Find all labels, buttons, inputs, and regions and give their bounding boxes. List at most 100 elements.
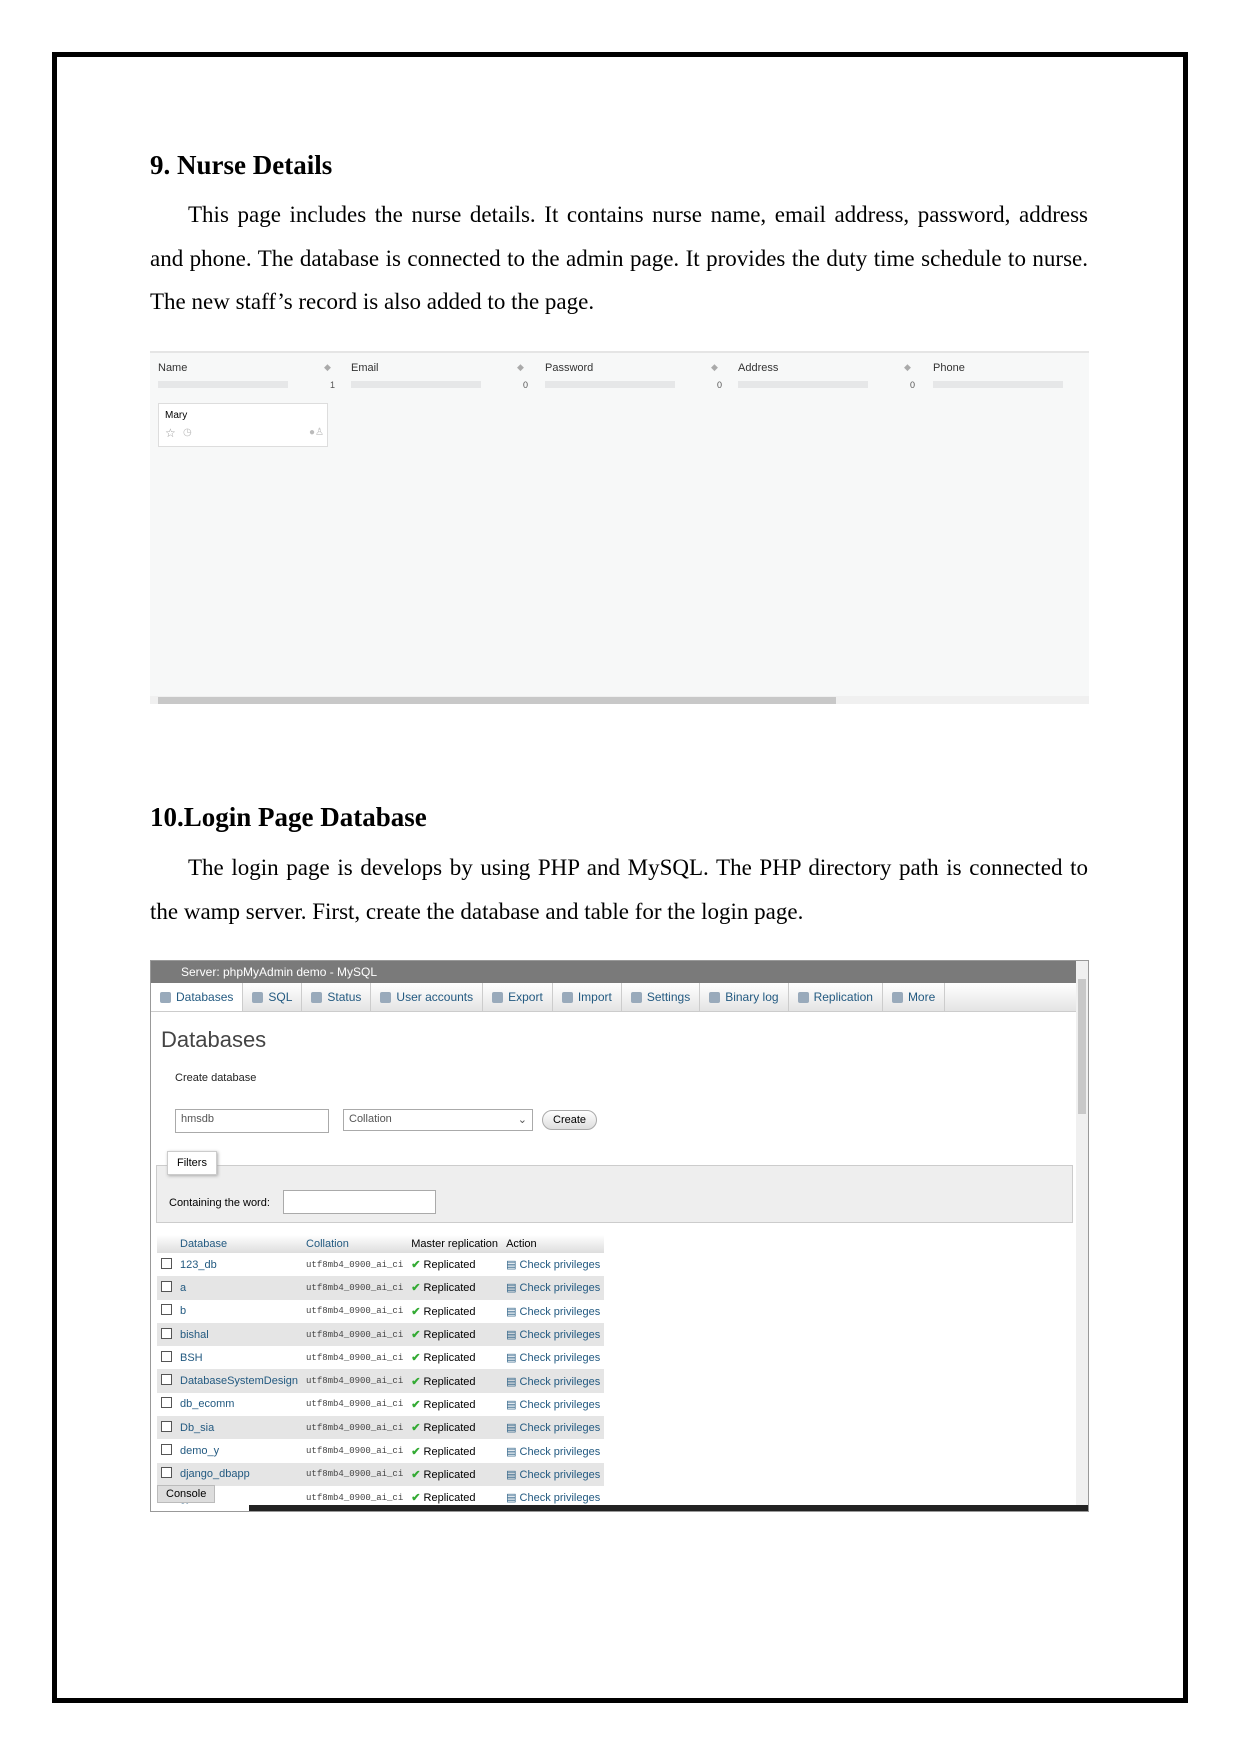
- row-checkbox[interactable]: [161, 1397, 172, 1409]
- create-button[interactable]: Create: [542, 1110, 598, 1130]
- privileges-icon: ▤: [506, 1305, 520, 1318]
- collation-cell: utf8mb4_0900_ai_ci: [306, 1399, 404, 1410]
- check-privileges-link[interactable]: ▤ Check privileges: [502, 1393, 604, 1416]
- check-icon: ✔: [411, 1468, 421, 1481]
- tab-export[interactable]: Export: [483, 983, 553, 1011]
- privileges-icon: ▤: [506, 1445, 520, 1458]
- tab-more[interactable]: More: [883, 983, 946, 1011]
- collation-cell: utf8mb4_0900_ai_ci: [306, 1352, 404, 1363]
- row-checkbox[interactable]: [161, 1327, 172, 1339]
- window-title: Server: phpMyAdmin demo - MySQL: [151, 961, 1088, 983]
- sort-icon[interactable]: ◆: [324, 362, 331, 373]
- tab-import[interactable]: Import: [553, 983, 622, 1011]
- col-database[interactable]: Database: [176, 1235, 303, 1253]
- row-checkbox[interactable]: [161, 1467, 172, 1479]
- collation-cell: utf8mb4_0900_ai_ci: [306, 1446, 404, 1457]
- tab-label: Import: [577, 989, 612, 1004]
- row-checkbox[interactable]: [161, 1420, 172, 1432]
- replication-status: Replicated: [423, 1468, 476, 1481]
- table-row: db_ecomm utf8mb4_0900_ai_ci ✔ Replicated ▤ …: [157, 1393, 604, 1416]
- tab-label: Export: [508, 989, 543, 1004]
- privileges-icon: ▤: [506, 1329, 520, 1342]
- tab-status[interactable]: Status: [302, 983, 372, 1011]
- check-privileges-link[interactable]: ▤ Check privileges: [502, 1462, 605, 1486]
- tab-sql[interactable]: SQL: [243, 983, 303, 1011]
- tab-icon: [630, 991, 642, 1003]
- replication-status: Replicated: [423, 1352, 476, 1365]
- action-label: Check privileges: [519, 1259, 601, 1272]
- check-icon: ✔: [411, 1282, 421, 1295]
- collation-cell: utf8mb4_0900_ai_ci: [302, 1416, 408, 1440]
- check-icon: ✔: [411, 1375, 421, 1388]
- database-link[interactable]: demo_y: [176, 1439, 302, 1462]
- database-link[interactable]: 123_db: [176, 1253, 302, 1276]
- row-checkbox[interactable]: [161, 1350, 172, 1362]
- action-label: Check privileges: [519, 1282, 601, 1295]
- check-privileges-link[interactable]: ▤ Check privileges: [502, 1416, 605, 1440]
- database-link[interactable]: BSH: [176, 1346, 302, 1369]
- replication-status: Replicated: [423, 1422, 476, 1435]
- column-header[interactable]: Address: [738, 362, 778, 374]
- column-count: 1: [330, 380, 336, 390]
- progress-bar: [738, 381, 868, 388]
- row-checkbox[interactable]: [161, 1257, 172, 1269]
- collation-cell: utf8mb4_0900_ai_ci: [306, 1306, 404, 1317]
- sort-icon[interactable]: ◆: [904, 362, 911, 373]
- create-database-label: Create database: [175, 1072, 257, 1084]
- database-link[interactable]: db_ecomm: [176, 1393, 302, 1416]
- check-privileges-link[interactable]: ▤ Check privileges: [502, 1253, 604, 1276]
- tab-icon: [252, 991, 264, 1003]
- check-icon: ✔: [411, 1329, 421, 1342]
- privileges-icon: ▤: [506, 1282, 520, 1295]
- tab-icon: [891, 991, 903, 1003]
- tab-binary-log[interactable]: Binary log: [700, 983, 789, 1011]
- action-label: Check privileges: [519, 1398, 601, 1411]
- vertical-scrollbar[interactable]: [1076, 961, 1088, 1511]
- tab-user-accounts[interactable]: User accounts: [371, 983, 484, 1011]
- check-privileges-link[interactable]: ▤ Check privileges: [502, 1300, 604, 1323]
- col-collation[interactable]: Collation: [302, 1235, 408, 1253]
- sort-icon[interactable]: ◆: [711, 362, 718, 373]
- row-checkbox[interactable]: [161, 1304, 172, 1316]
- progress-bar: [351, 381, 481, 388]
- check-privileges-link[interactable]: ▤ Check privileges: [502, 1346, 604, 1369]
- tab-settings[interactable]: Settings: [622, 983, 701, 1011]
- star-icon[interactable]: ☆: [165, 426, 176, 440]
- tab-label: Binary log: [725, 989, 779, 1004]
- collation-cell: utf8mb4_0900_ai_ci: [306, 1259, 404, 1270]
- horizontal-scrollbar[interactable]: [150, 696, 1089, 704]
- nurse-card[interactable]: Mary ☆ ◷ ●♙: [158, 403, 328, 447]
- console-button[interactable]: Console: [157, 1485, 216, 1503]
- check-privileges-link[interactable]: ▤ Check privileges: [502, 1276, 605, 1300]
- tab-replication[interactable]: Replication: [789, 983, 883, 1011]
- database-link[interactable]: Db_sia: [176, 1416, 303, 1440]
- check-privileges-link[interactable]: ▤ Check privileges: [502, 1322, 605, 1347]
- check-icon: ✔: [411, 1422, 421, 1435]
- column-header[interactable]: Password: [545, 362, 593, 374]
- database-link[interactable]: django_dbapp: [176, 1462, 303, 1486]
- privileges-icon: ▤: [506, 1398, 520, 1411]
- action-label: Check privileges: [519, 1352, 601, 1365]
- tab-icon: [709, 991, 721, 1003]
- tab-databases[interactable]: Databases: [151, 983, 244, 1011]
- collation-select[interactable]: Collation ⌄: [343, 1109, 533, 1131]
- database-link[interactable]: a: [176, 1276, 303, 1300]
- row-checkbox[interactable]: [161, 1444, 172, 1456]
- table-row: bishal utf8mb4_0900_ai_ci ✔ Replicated ▤ Ch…: [157, 1322, 605, 1347]
- filter-input[interactable]: [283, 1190, 436, 1214]
- column-header[interactable]: Phone: [933, 362, 965, 374]
- database-link[interactable]: b: [176, 1300, 302, 1323]
- database-link[interactable]: bishal: [176, 1322, 303, 1347]
- sort-icon[interactable]: ◆: [517, 362, 524, 373]
- database-link[interactable]: DatabaseSystemDesign: [176, 1369, 303, 1393]
- row-checkbox[interactable]: [161, 1280, 172, 1292]
- database-name-input[interactable]: hmsdb: [175, 1109, 329, 1133]
- filters-legend: Filters: [167, 1151, 217, 1175]
- row-checkbox[interactable]: [161, 1374, 172, 1386]
- check-privileges-link[interactable]: ▤ Check privileges: [502, 1439, 604, 1462]
- column-header[interactable]: Email: [351, 362, 379, 374]
- column-header[interactable]: Name: [158, 362, 187, 374]
- table-row: BSH utf8mb4_0900_ai_ci ✔ Replicated ▤ Check…: [157, 1346, 604, 1369]
- table-row: django_dbapp utf8mb4_0900_ai_ci ✔ Replicat…: [157, 1462, 605, 1486]
- check-privileges-link[interactable]: ▤ Check privileges: [502, 1369, 605, 1393]
